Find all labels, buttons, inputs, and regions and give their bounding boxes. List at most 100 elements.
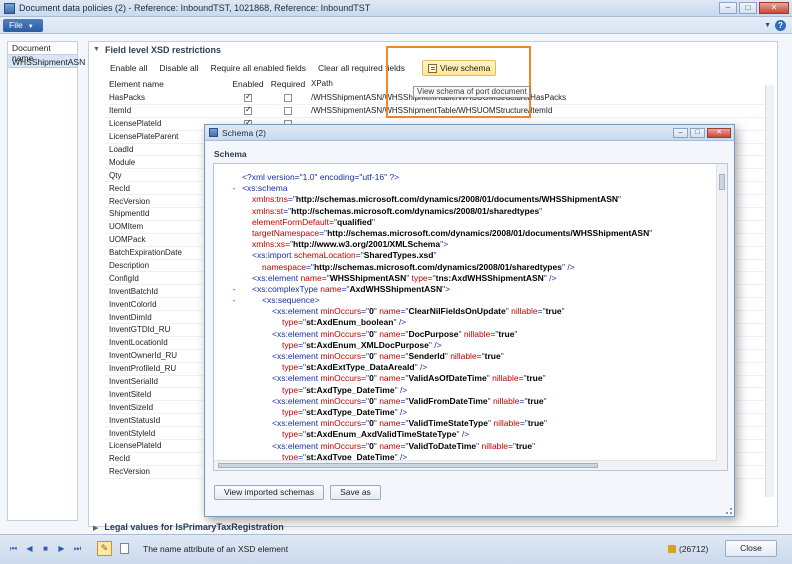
xml-line: <xs:element minOccurs="0" name="ValidAsO… [214,373,652,384]
xml-token: " [371,216,375,227]
schema-label: Schema [214,149,247,159]
xml-token: " /> [561,261,575,272]
xml-token: st:AxdType_DateTime [306,406,395,417]
xml-token: =" [427,272,436,283]
xml-token: =" [361,395,370,406]
xml-line: xmlns:st="http://schemas.microsoft.com/d… [214,206,652,217]
enabled-checkbox[interactable] [244,92,252,102]
xml-token: =" [329,216,337,227]
column-header-xpath[interactable]: XPath [311,79,770,92]
maximize-icon[interactable]: □ [690,128,705,138]
help-icon[interactable]: ? [775,20,786,31]
xml-line: - <xs:sequence> [214,295,652,306]
last-record-icon[interactable]: ⏭ [72,543,83,554]
help-area: ▼ ? [764,20,786,31]
xml-line: <?xml version="1.0" encoding="utf-16" ?> [214,172,652,183]
window-controls: – □ ✕ [719,2,789,14]
xml-line: elementFormDefault="qualified" [214,217,652,228]
previous-record-icon[interactable]: ◀ [24,543,35,554]
xml-token: st:AxdEnum_XMLDocPurpose [306,339,429,350]
grid-scrollbar[interactable] [765,85,774,497]
xml-token: http://schemas.microsoft.com/dynamics/20… [291,205,540,216]
xml-token: true [484,351,501,361]
require-all-button[interactable]: Require all enabled fields [206,61,311,75]
xml-token: " [561,306,565,317]
close-icon[interactable]: ✕ [759,2,789,14]
xml-token: type [282,317,299,328]
minimize-icon[interactable]: – [673,128,688,138]
scroll-thumb[interactable] [719,174,725,190]
xml-collapse-marker[interactable]: - [230,183,238,194]
xml-token: " [514,328,518,339]
xml-token: targetNamespace [252,227,320,238]
xml-token: =" [298,362,307,373]
column-header-required[interactable]: Required [265,79,311,92]
xml-line-body: type="st:AxdEnum_AxdValidTimeStateType" … [238,429,469,439]
xml-line-body: type="st:AxdExtType_DataAreaId" /> [238,362,427,372]
document-icon[interactable] [120,543,129,554]
close-icon[interactable]: ✕ [707,128,731,138]
xml-line-body: type="st:AxdType_DateTime" /> [238,407,407,417]
element-name-cell[interactable]: HasPacks [105,93,231,102]
required-checkbox[interactable] [284,106,292,115]
xml-collapse-marker[interactable]: - [230,295,238,306]
enabled-checkbox[interactable] [244,105,252,115]
xml-token: =" [518,373,527,384]
notification-count[interactable]: (26712) [668,544,708,554]
collapse-arrow-icon[interactable]: ▼ [93,46,100,53]
xml-token: =" [298,339,307,350]
edit-pencil-icon[interactable]: ✎ [97,541,112,556]
xml-line-body: type="st:AxdType_DateTime" /> [238,385,407,395]
xml-line: <xs:element minOccurs="0" name="DocPurpo… [214,329,652,340]
disable-all-button[interactable]: Disable all [154,61,203,75]
xml-token: xs:element [276,328,319,339]
xpath-cell[interactable]: /WHSShipmentASN/WHSShipmentTable/WHSUOMS… [311,106,770,115]
column-header-enabled[interactable]: Enabled [231,79,265,92]
xml-token: =" [361,440,370,451]
xml-token: name [379,440,401,451]
enable-all-button[interactable]: Enable all [105,61,152,75]
schema-xml-viewer[interactable]: <?xml version="1.0" encoding="utf-16" ?>… [213,163,728,471]
xml-line: <xs:element minOccurs="0" name="ValidToD… [214,441,652,452]
xml-token: =" [298,406,307,417]
chevron-down-icon[interactable]: ▼ [764,22,771,29]
xml-token: SharedTypes.xsd [363,250,434,261]
xml-token: " /> [394,406,408,417]
next-record-icon[interactable]: ▶ [56,543,67,554]
minimize-icon[interactable]: – [719,2,737,14]
maximize-icon[interactable]: □ [739,2,757,14]
first-record-icon[interactable]: ⏮ [8,543,19,554]
xml-token: true [526,373,543,384]
xml-line: - <xs:complexType name="AxdWHSShipmentASN… [214,284,652,295]
close-button[interactable]: Close [725,540,777,557]
previous-page-icon[interactable]: ■ [40,543,51,554]
xml-line: xmlns:tns="http://schemas.microsoft.com/… [214,194,652,205]
document-list-item-selected[interactable]: WHSShipmentASN [8,55,85,68]
view-schema-tooltip: View schema of port document [413,86,530,98]
expand-arrow-icon: ▶ [93,525,99,532]
xml-token: =" [321,272,330,283]
required-checkbox[interactable] [284,93,292,102]
xml-horizontal-scrollbar[interactable] [214,460,717,470]
xml-token: xs:element [276,440,319,451]
column-header-element-name[interactable]: Element name [105,79,231,92]
xml-token: http://www.w3.org/2001/XMLSchema [293,239,441,250]
scroll-thumb[interactable] [218,463,598,468]
xml-collapse-marker[interactable]: - [230,284,238,295]
element-name-cell[interactable]: ItemId [105,106,231,115]
xml-token: xmlns:xs [252,239,286,250]
xml-token: =" [361,328,370,339]
document-list: Document name WHSShipmentASN [7,41,85,521]
xml-line: <xs:element minOccurs="0" name="ValidTim… [214,418,652,429]
xml-line-body: type="st:AxdEnum_XMLDocPurpose" /> [238,340,442,350]
xml-token: elementFormDefault [252,216,330,227]
legal-values-section[interactable]: ▶ Legal values for IsPrimaryTaxRegistrati… [93,522,284,532]
xml-line-body: xmlns:xs="http://www.w3.org/2001/XMLSche… [238,239,448,249]
xml-token: name [379,351,401,361]
xpath-cell[interactable]: /WHSShipmentASN/WHSShipmentTable/WHSUOMS… [311,93,770,102]
file-menu-button[interactable]: File ▼ [3,19,43,32]
resize-grip-icon[interactable] [726,508,732,514]
save-as-button[interactable]: Save as [330,485,381,500]
xml-vertical-scrollbar[interactable] [716,164,727,470]
view-imported-schemas-button[interactable]: View imported schemas [214,485,325,500]
